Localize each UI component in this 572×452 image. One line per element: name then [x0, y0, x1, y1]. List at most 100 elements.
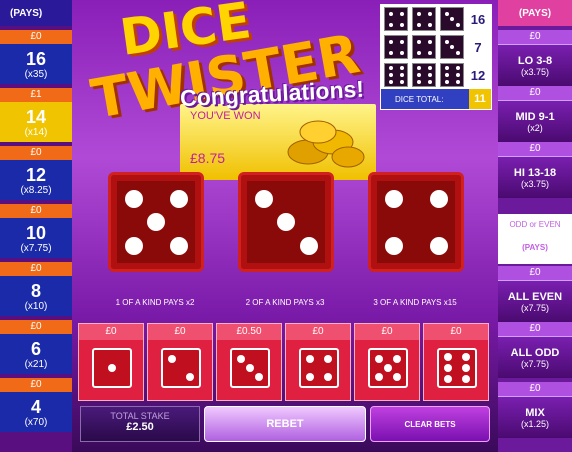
bet-number: 4 — [30, 396, 41, 417]
side-bet-label: MIX — [525, 406, 545, 419]
history-die-icon — [440, 63, 464, 87]
side-bet-payout: (x3.75) — [520, 66, 549, 77]
dice-total-label: DICE TOTAL: — [395, 94, 444, 104]
bet-amount: £0 — [498, 142, 572, 156]
side-bet-3[interactable]: £0 ALL EVEN (x7.75) — [498, 266, 572, 322]
bet-payout: (x8.25) — [20, 184, 52, 196]
side-bet-1[interactable]: £0 MID 9-1 (x2) — [498, 86, 572, 142]
history-die-icon — [384, 35, 408, 59]
number-bet-16[interactable]: £0 16 (x35) — [0, 30, 72, 84]
single-number-bet-row: £0 £0 £0.50 £0 £0 £0 — [78, 323, 492, 403]
bet-amount: £0 — [79, 324, 143, 340]
payout-caption: 1 OF A KIND PAYS x2 — [115, 298, 195, 307]
history-die-icon — [384, 7, 408, 31]
side-bet-payout: (x7.75) — [520, 358, 549, 369]
side-bet-5[interactable]: £0 MIX (x1.25) — [498, 382, 572, 438]
odd-even-label: ODD or EVEN — [509, 220, 561, 229]
bet-number: 16 — [25, 48, 47, 69]
bet-number: 8 — [30, 280, 41, 301]
bet-amount: £1 — [0, 88, 72, 102]
number-bet-box[interactable]: 10 (x7.75) — [0, 218, 72, 258]
bet-amount: £0 — [424, 324, 488, 340]
bet-amount: £0 — [355, 324, 419, 340]
side-bet-box[interactable]: MIX (x1.25) — [498, 396, 572, 438]
number-bet-box[interactable]: 12 (x8.25) — [0, 160, 72, 200]
rolled-die-1 — [108, 172, 204, 272]
dice-history-grid: 16 7 12 — [380, 4, 492, 88]
history-die-icon — [440, 7, 464, 31]
dice-total-value: 11 — [469, 89, 491, 109]
odd-even-info: ODD or EVEN (PAYS) — [498, 214, 572, 264]
number-bet-box[interactable]: 4 (x70) — [0, 392, 72, 432]
rebet-button[interactable]: REBET — [204, 406, 366, 442]
side-bet-box[interactable]: ALL ODD (x7.75) — [498, 336, 572, 378]
bet-number: 12 — [25, 164, 47, 185]
number-bet-14[interactable]: £1 14 (x14) — [0, 88, 72, 142]
bet-payout: (x10) — [24, 300, 48, 312]
side-bet-label: HI 13-18 — [513, 166, 557, 179]
bet-number: 6 — [30, 338, 41, 359]
history-die-icon — [384, 63, 408, 87]
number-bet-12[interactable]: £0 12 (x8.25) — [0, 146, 72, 200]
bet-amount: £0 — [498, 86, 572, 100]
win-amount: £8.75 — [190, 150, 226, 166]
history-die-icon — [412, 7, 436, 31]
rolled-die-2 — [238, 172, 334, 272]
side-bet-0[interactable]: £0 LO 3-8 (x3.75) — [498, 30, 572, 86]
side-bet-label: LO 3-8 — [517, 54, 553, 67]
total-stake-label: TOTAL STAKE — [110, 411, 170, 421]
number-bet-box[interactable]: 6 (x21) — [0, 334, 72, 374]
bet-amount: £0 — [148, 324, 212, 340]
bet-amount: £0 — [0, 146, 72, 160]
single-bet-2[interactable]: £0 — [147, 323, 213, 401]
bet-amount: £0 — [0, 262, 72, 276]
rolled-die-3 — [368, 172, 464, 272]
number-bet-8[interactable]: £0 8 (x10) — [0, 262, 72, 316]
bet-payout: (x7.75) — [20, 242, 52, 254]
single-bet-4[interactable]: £0 — [285, 323, 351, 401]
single-bet-1[interactable]: £0 — [78, 323, 144, 401]
bet-amount: £0 — [498, 266, 572, 280]
side-bet-box[interactable]: ALL EVEN (x7.75) — [498, 280, 572, 322]
history-die-icon — [412, 35, 436, 59]
side-bet-box[interactable]: HI 13-18 (x3.75) — [498, 156, 572, 198]
bet-amount: £0 — [0, 320, 72, 334]
side-bet-2[interactable]: £0 HI 13-18 (x3.75) — [498, 142, 572, 198]
payout-caption: 3 OF A KIND PAYS x15 — [373, 298, 457, 307]
bet-amount: £0 — [286, 324, 350, 340]
number-bet-box[interactable]: 14 (x14) — [0, 102, 72, 142]
side-bet-payout: (x2) — [527, 122, 543, 133]
die-face-3-icon — [230, 348, 270, 388]
side-bet-box[interactable]: MID 9-1 (x2) — [498, 100, 572, 142]
number-bet-4[interactable]: £0 4 (x70) — [0, 378, 72, 432]
number-bet-6[interactable]: £0 6 (x21) — [0, 320, 72, 374]
single-bet-6[interactable]: £0 — [423, 323, 489, 401]
side-bet-label: ALL EVEN — [507, 290, 563, 303]
win-panel: YOU'VE WON £8.75 — [180, 104, 376, 180]
side-bet-4[interactable]: £0 ALL ODD (x7.75) — [498, 322, 572, 378]
single-bet-5[interactable]: £0 — [354, 323, 420, 401]
bet-payout: (x21) — [24, 358, 48, 370]
die-face-6-icon — [437, 348, 477, 388]
bet-amount: £0.50 — [217, 324, 281, 340]
number-bet-box[interactable]: 16 (x35) — [0, 44, 72, 84]
left-pays-header: (PAYS) — [0, 0, 72, 26]
die-face-2-icon — [161, 348, 201, 388]
bet-amount: £0 — [0, 378, 72, 392]
bet-payout: (x14) — [24, 126, 48, 138]
total-stake: TOTAL STAKE £2.50 — [80, 406, 200, 442]
side-bet-payout: (x3.75) — [520, 178, 549, 189]
number-bet-10[interactable]: £0 10 (x7.75) — [0, 204, 72, 258]
single-bet-3[interactable]: £0.50 — [216, 323, 282, 401]
number-bet-box[interactable]: 8 (x10) — [0, 276, 72, 316]
payout-caption: 2 OF A KIND PAYS x3 — [245, 298, 325, 307]
clear-bets-button[interactable]: CLEAR BETS — [370, 406, 490, 442]
die-face-1-icon — [92, 348, 132, 388]
bet-payout: (x70) — [24, 416, 48, 428]
history-total: 7 — [474, 39, 482, 55]
history-total: 16 — [470, 11, 486, 27]
total-stake-value: £2.50 — [126, 421, 154, 433]
bet-amount: £0 — [498, 30, 572, 44]
coins-icon — [287, 120, 365, 168]
side-bet-box[interactable]: LO 3-8 (x3.75) — [498, 44, 572, 86]
